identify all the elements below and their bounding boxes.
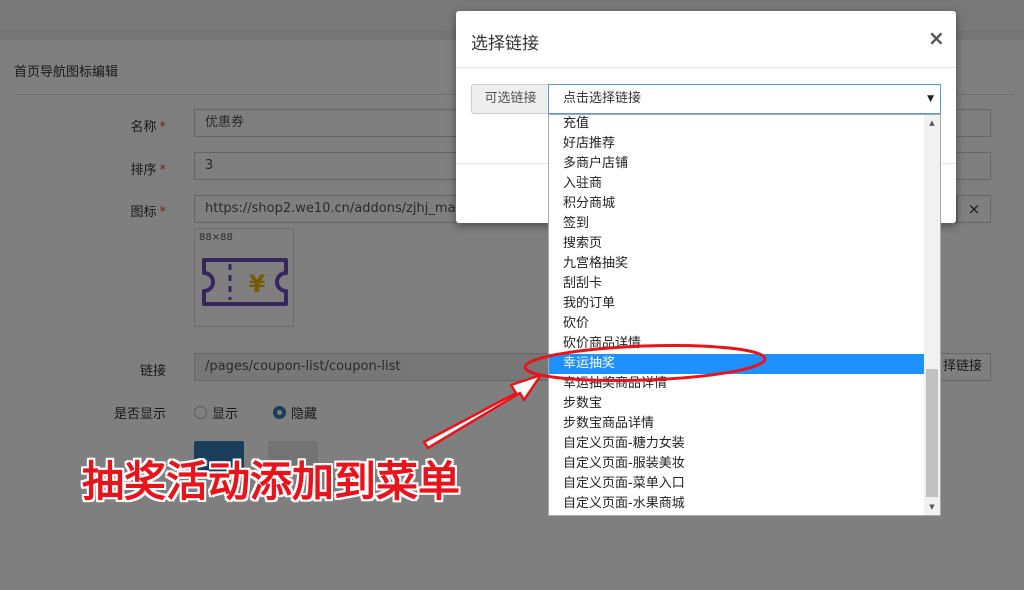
annotation-caption: 抽奖活动添加到菜单 [82, 457, 461, 506]
highlight-ellipse [523, 344, 767, 382]
annotation-arrow [422, 373, 543, 450]
